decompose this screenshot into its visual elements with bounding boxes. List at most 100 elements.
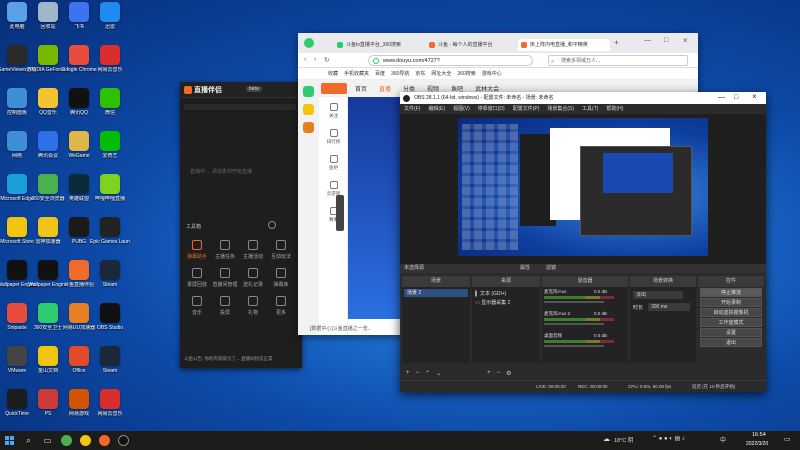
gear-icon[interactable]: ⚙ <box>506 370 511 377</box>
duration-input[interactable]: 300 ms <box>648 303 690 311</box>
clock-date[interactable]: 2022/3/20 <box>746 441 768 447</box>
minimize-icon[interactable]: — <box>718 92 725 104</box>
transition-select[interactable]: 淡出 <box>633 291 683 299</box>
desktop-icon[interactable]: Microsoft Store <box>0 217 34 255</box>
site-nav-item[interactable]: 直播 <box>379 84 391 93</box>
obs-control-button[interactable]: 开始录制 <box>700 298 762 307</box>
scene-item[interactable]: 场景 2 <box>404 289 468 297</box>
desktop-icon[interactable]: Microsoft Edge <box>0 174 34 212</box>
remove-icon[interactable]: − <box>416 370 420 376</box>
left-nav-item[interactable]: 云游戏 <box>319 181 348 197</box>
search-button[interactable]: ⌕ <box>19 431 38 450</box>
down-icon[interactable]: ⌄ <box>436 370 441 377</box>
clock-time[interactable]: 16:54 <box>752 432 766 438</box>
desktop-icon[interactable]: 控制面板 <box>0 88 34 126</box>
tool-item[interactable]: 弹幕助手 <box>184 240 210 260</box>
tool-item[interactable]: 互动玩法 <box>268 240 294 260</box>
desktop-icon[interactable]: Google Chrome <box>61 45 97 83</box>
tray-icons[interactable]: ⌃ ● ● ◐ ▤ ♪ <box>652 435 685 442</box>
address-bar[interactable]: www.douyu.com/4727? <box>368 55 533 66</box>
tool-item[interactable]: 礼物 <box>240 296 266 316</box>
taskbar-app[interactable] <box>57 431 76 450</box>
obs-preview-canvas[interactable] <box>458 118 708 256</box>
tool-item[interactable]: 弹幕库 <box>268 268 294 288</box>
desktop-icon[interactable]: 腾讯会议 <box>31 131 65 169</box>
left-nav-item[interactable]: 鱼吧 <box>319 155 348 171</box>
desktop-icon[interactable]: VMware <box>0 346 34 384</box>
remove-icon[interactable]: − <box>497 370 501 376</box>
obs-menu-item[interactable]: 文件(F) <box>404 104 420 114</box>
desktop-icon[interactable]: 哔哩哔哩直播 <box>93 174 127 212</box>
desktop-icon[interactable]: WeGame <box>62 131 96 169</box>
sidebar-icon[interactable] <box>303 122 314 133</box>
tab-1[interactable]: 斗鱼tv直播平台_360搜索 <box>334 39 424 51</box>
tab-2[interactable]: 斗鱼 - 每个人的直播平台 <box>426 39 516 51</box>
forward-icon[interactable]: › <box>314 56 316 63</box>
tab-3-active[interactable]: 床上阵内电直播_和平精英 <box>518 39 610 51</box>
desktop-icon[interactable]: 网易游戏 <box>62 389 96 427</box>
tool-item[interactable]: 录屏回放 <box>184 268 210 288</box>
search-input[interactable]: ⌕ 搜索多领域万人... <box>548 55 688 66</box>
desktop-icon[interactable]: QQ音乐 <box>31 88 65 126</box>
up-icon[interactable]: ⌃ <box>425 370 430 377</box>
task-view-button[interactable]: ▭ <box>38 431 57 450</box>
tool-item[interactable]: 音乐 <box>184 296 210 316</box>
desktop-icon[interactable]: 爱奇艺 <box>93 131 127 169</box>
desktop-icon[interactable]: PUBG <box>62 217 96 255</box>
bookmark-item[interactable]: 百度 <box>375 70 385 77</box>
desktop-icon[interactable]: 斗鱼直播伴侣 <box>62 260 96 298</box>
desktop-icon[interactable]: GameViewer远程 <box>0 45 36 83</box>
stream-preview[interactable] <box>348 97 400 319</box>
bookmark-item[interactable]: 京东 <box>415 70 425 77</box>
left-nav-item[interactable]: 关注 <box>319 103 348 119</box>
obs-control-button[interactable]: 工作室模式 <box>700 318 762 327</box>
desktop-icon[interactable]: OBS Studio <box>93 303 127 341</box>
tool-item[interactable]: 主播任务 <box>212 240 238 260</box>
bookmark-item[interactable]: 收藏 <box>328 70 338 77</box>
obs-control-button[interactable]: 退出 <box>700 338 762 347</box>
desktop-icon[interactable]: PS <box>31 389 65 427</box>
bookmark-item[interactable]: 360导航 <box>391 70 409 77</box>
obs-menu-item[interactable]: 停靠窗口(D) <box>478 104 505 114</box>
desktop-icon[interactable]: Wallpaper Engine <box>0 260 37 298</box>
weather-text[interactable]: 18°C 阴 <box>614 436 633 444</box>
back-icon[interactable]: ‹ <box>304 56 306 63</box>
refresh-icon[interactable]: ↻ <box>324 56 330 64</box>
taskbar-app[interactable] <box>76 431 95 450</box>
taskbar-app[interactable] <box>114 431 133 450</box>
volume-slider[interactable] <box>544 301 604 303</box>
obs-menu-item[interactable]: 配置文件(P) <box>513 104 540 114</box>
volume-slider[interactable] <box>544 323 604 325</box>
maximize-icon[interactable]: □ <box>734 92 738 104</box>
sidebar-icon[interactable] <box>303 104 314 115</box>
bookmark-item[interactable]: 手机收藏夹 <box>344 70 369 77</box>
tool-item[interactable]: 投屏 <box>212 296 238 316</box>
obs-menu-item[interactable]: 帮助(H) <box>606 104 623 114</box>
sidebar-icon[interactable] <box>303 86 314 97</box>
desktop-icon[interactable]: Steam <box>93 346 127 384</box>
notification-icon[interactable]: ▭ <box>784 435 791 443</box>
properties-button[interactable]: 属性 <box>520 264 530 273</box>
live-tabs-bar[interactable] <box>184 104 296 110</box>
desktop-icon[interactable]: Wallpaper Engine <box>28 260 68 298</box>
tools-more-icon[interactable] <box>268 221 276 229</box>
desktop-icon[interactable]: 网易云音乐 <box>93 45 127 83</box>
tool-item[interactable]: 直播间管理 <box>212 268 238 288</box>
douyu-logo[interactable] <box>321 83 347 94</box>
obs-menu-item[interactable]: 视图(V) <box>453 104 470 114</box>
tool-item[interactable]: 更多 <box>268 296 294 316</box>
obs-control-button[interactable]: 停止推流 <box>700 288 762 297</box>
source-item[interactable]: ▭ 显示器采集 2 <box>475 299 510 306</box>
desktop-icon[interactable]: 网络 <box>0 131 34 169</box>
close-icon[interactable]: × <box>752 91 757 103</box>
tool-item[interactable]: 主播活动 <box>240 240 266 260</box>
obs-control-button[interactable]: 设置 <box>700 328 762 337</box>
desktop-icon[interactable]: 飞书 <box>62 2 96 40</box>
bookmark-item[interactable]: 360搜索 <box>457 70 475 77</box>
desktop-icon[interactable]: 网易UU加速器 <box>62 303 96 341</box>
desktop-icon[interactable]: 回收站 <box>31 2 65 40</box>
desktop-icon[interactable]: Steam <box>93 260 127 298</box>
new-tab-icon[interactable]: + <box>614 38 619 47</box>
minimize-icon[interactable]: — <box>644 37 651 44</box>
desktop-icon[interactable]: Office <box>62 346 96 384</box>
